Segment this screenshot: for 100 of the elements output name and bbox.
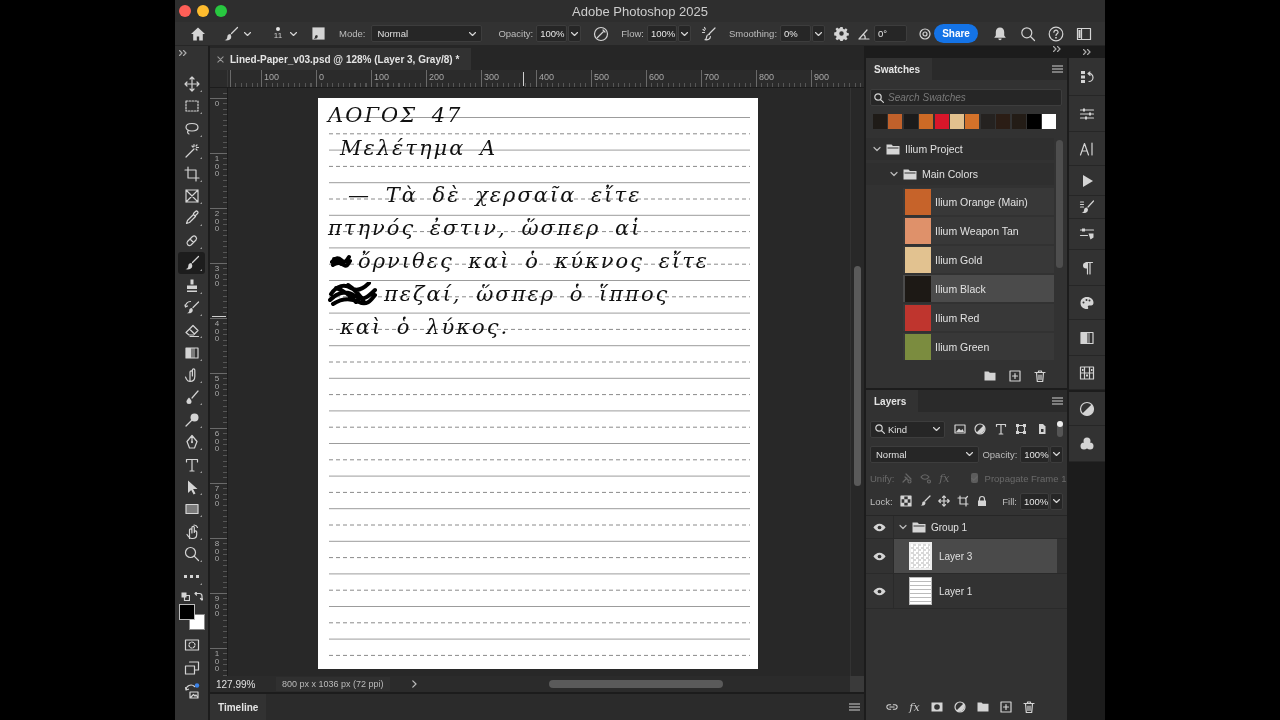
eye-icon[interactable]	[873, 551, 886, 561]
transform-box-icon[interactable]	[1015, 423, 1027, 435]
letter-a-icon[interactable]	[1079, 140, 1095, 157]
layers-tab[interactable]: Layers	[866, 390, 919, 412]
scrollbar-thumb[interactable]	[548, 680, 723, 688]
zoom-level-field[interactable]: 127.99%	[216, 678, 274, 690]
layer-opacity-field[interactable]: 100%	[1020, 445, 1050, 463]
type-icon[interactable]	[994, 423, 1007, 435]
swap-arrow-icon[interactable]	[193, 591, 203, 601]
fill-field[interactable]: 100%	[1020, 492, 1049, 510]
opacity-field[interactable]: 100%	[536, 25, 568, 42]
menu-icon[interactable]	[1052, 65, 1063, 73]
brush-settings-icon[interactable]	[1079, 199, 1095, 215]
color-swatch[interactable]	[1011, 114, 1026, 129]
swatch-row[interactable]: Ilium Green	[903, 333, 1054, 360]
half-circle-icon[interactable]	[1079, 400, 1095, 417]
color-swatch[interactable]	[1026, 114, 1041, 129]
close-window-button[interactable]	[179, 5, 191, 17]
filter-toggle[interactable]	[1056, 421, 1063, 437]
mode-dropdown[interactable]: Normal	[371, 25, 483, 42]
half-circle-icon[interactable]	[974, 423, 986, 435]
settings-icon[interactable]	[834, 26, 850, 41]
brush-panel-icon[interactable]	[311, 26, 326, 41]
opacity-menu-button[interactable]	[568, 25, 582, 42]
flow-field[interactable]: 100%	[646, 25, 677, 42]
palette-icon[interactable]	[1079, 294, 1095, 311]
filter-kind-dropdown[interactable]: Kind	[870, 420, 945, 438]
folder-icon[interactable]	[976, 701, 989, 713]
layer-style-button[interactable]: fx	[909, 700, 920, 714]
brush-size-picker[interactable]: 11	[271, 27, 297, 40]
home-icon[interactable]	[190, 25, 206, 42]
color-swatch[interactable]	[888, 114, 903, 129]
scrollbar-thumb[interactable]	[854, 266, 861, 486]
zoom-window-button[interactable]	[215, 5, 227, 17]
layer-group-row[interactable]: Group 1	[894, 516, 1057, 538]
foreground-color-swatch[interactable]	[178, 603, 195, 620]
search-field[interactable]: Search Swatches	[870, 89, 1062, 106]
color-swatch[interactable]	[949, 114, 964, 129]
history-icon[interactable]	[1079, 68, 1095, 85]
blend-mode-dropdown[interactable]: Normal	[870, 445, 980, 463]
trash-icon[interactable]	[1034, 370, 1046, 382]
folder-icon[interactable]	[984, 370, 996, 382]
half-circle-icon[interactable]	[953, 701, 966, 713]
trash-icon[interactable]	[1022, 701, 1035, 713]
brush-icon[interactable]	[918, 495, 931, 507]
timeline-tab[interactable]: Timeline	[210, 694, 267, 720]
gradient-icon[interactable]	[1079, 329, 1095, 346]
color-swatch[interactable]	[965, 114, 980, 129]
eye-icon[interactable]	[873, 522, 886, 532]
close-icon[interactable]	[217, 55, 224, 63]
concentric-circles-icon[interactable]	[919, 27, 932, 40]
document-tab[interactable]: Lined-Paper_v03.psd @ 128% (Layer 3, Gray/8) *	[210, 48, 472, 70]
color-swatch[interactable]	[919, 114, 934, 129]
menu-icon[interactable]	[1052, 397, 1063, 405]
menu-icon[interactable]	[849, 703, 860, 711]
color-swatch[interactable]	[980, 114, 995, 129]
crop-frame-icon[interactable]	[956, 495, 969, 507]
bell-icon[interactable]	[992, 25, 1009, 42]
color-swatch[interactable]	[1042, 114, 1057, 129]
image-icon[interactable]	[953, 423, 966, 435]
color-swatch[interactable]	[996, 114, 1011, 129]
search-icon[interactable]	[1020, 25, 1037, 42]
swatch-row[interactable]: Ilium Red	[903, 304, 1054, 331]
angle-field[interactable]: 0°	[874, 25, 908, 42]
fill-menu-button[interactable]	[1050, 492, 1063, 510]
color-swatch[interactable]	[903, 114, 918, 129]
color-swatch[interactable]	[873, 114, 887, 129]
chevron-right-icon[interactable]	[411, 680, 417, 688]
move-icon[interactable]	[937, 495, 950, 507]
workspace-icon[interactable]	[1076, 25, 1093, 42]
swatch-row[interactable]: Ilium Orange (Main)	[903, 188, 1054, 215]
refresh-image-icon[interactable]	[183, 682, 200, 699]
airbrush-icon[interactable]	[700, 25, 717, 42]
mask-icon[interactable]	[930, 701, 943, 713]
share-button[interactable]: Share	[934, 24, 979, 43]
swatch-row[interactable]: Ilium Weapon Tan	[903, 217, 1054, 244]
opacity-menu-button[interactable]	[1050, 445, 1063, 463]
smoothing-field[interactable]: 0%	[780, 25, 812, 42]
checker-icon[interactable]	[899, 495, 912, 507]
brush-preset-button[interactable]	[223, 25, 251, 42]
brush-tool[interactable]	[178, 252, 205, 275]
expand-icon[interactable]	[179, 50, 187, 56]
swatch-row[interactable]: Ilium Gold	[903, 246, 1054, 273]
overlapping-squares-icon[interactable]	[183, 659, 200, 676]
quick-mask-icon[interactable]	[183, 636, 200, 653]
help-icon[interactable]	[1048, 25, 1065, 42]
grid-icon[interactable]	[1079, 364, 1095, 381]
three-circles-icon[interactable]	[1079, 435, 1095, 452]
layer-row[interactable]: Layer 3	[894, 539, 1057, 573]
swatches-tab[interactable]: Swatches	[866, 58, 933, 80]
collapse-icon[interactable]	[1053, 46, 1061, 52]
eye-icon[interactable]	[873, 586, 886, 596]
color-swatch[interactable]	[934, 114, 949, 129]
default-colors-icon[interactable]	[180, 591, 190, 601]
flow-menu-button[interactable]	[677, 25, 691, 42]
swatch-row[interactable]: Ilium Black	[903, 275, 1054, 302]
collapse-icon[interactable]	[1083, 49, 1091, 55]
link-icon[interactable]	[886, 701, 899, 713]
brush-sliders-icon[interactable]	[1079, 226, 1095, 242]
minimize-window-button[interactable]	[197, 5, 209, 17]
